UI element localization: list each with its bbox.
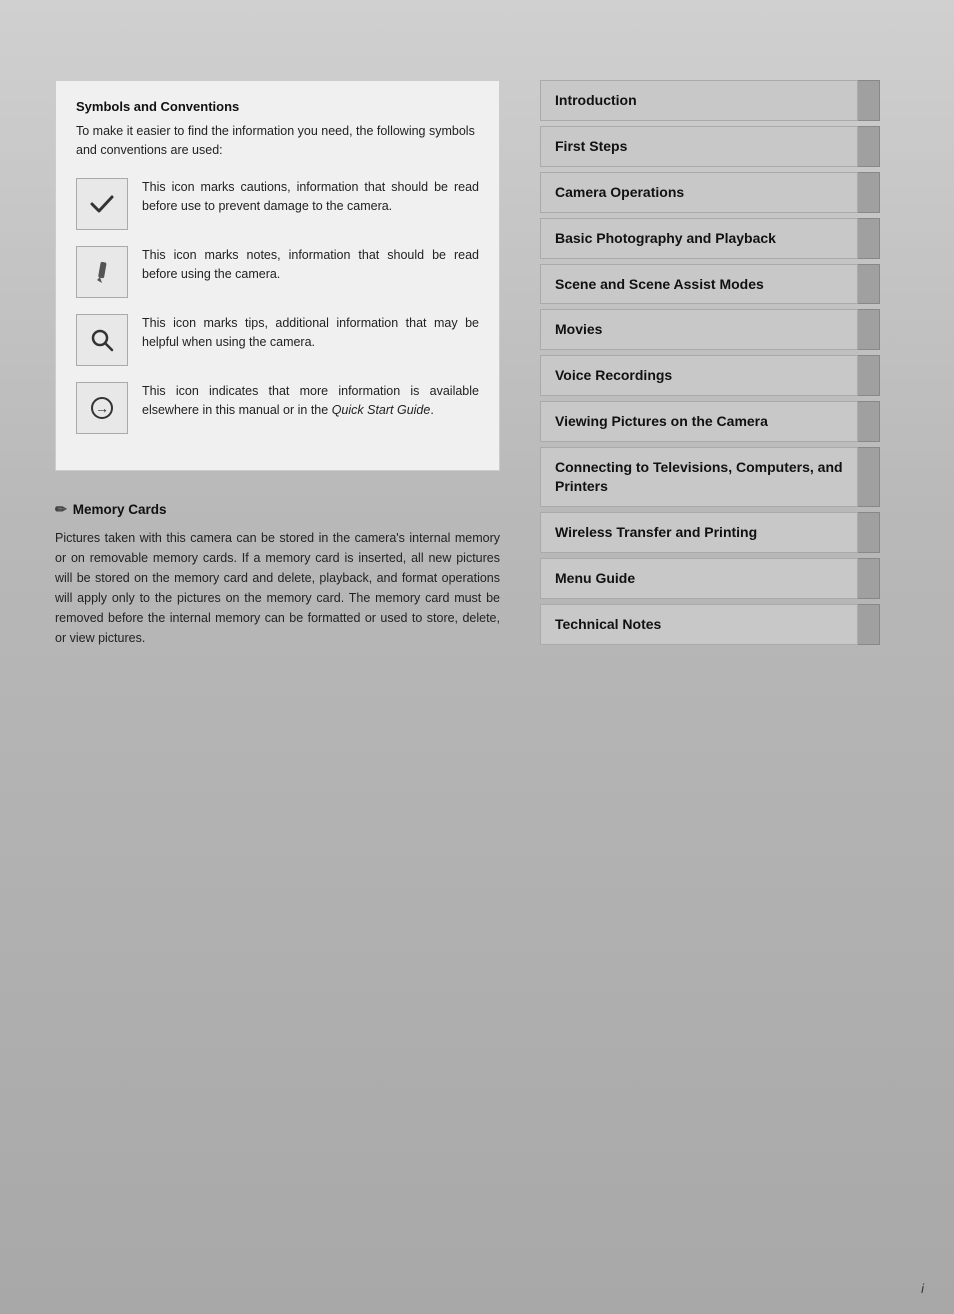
toc-tab xyxy=(858,447,880,507)
toc-label: Wireless Transfer and Printing xyxy=(540,512,858,553)
memory-note-icon: ✏ xyxy=(55,501,67,518)
toc-item[interactable]: Connecting to Televisions, Computers, an… xyxy=(540,447,880,507)
symbols-title: Symbols and Conventions xyxy=(76,99,479,114)
toc-item[interactable]: Basic Photography and Playback xyxy=(540,218,880,259)
icon-rows: This icon marks cautions, information th… xyxy=(76,178,479,434)
toc-item[interactable]: Menu Guide xyxy=(540,558,880,599)
page-number: i xyxy=(921,1281,924,1296)
icon-description: This icon marks cautions, information th… xyxy=(142,178,479,217)
icon-description: This icon indicates that more informatio… xyxy=(142,382,479,421)
toc-label-text: Movies xyxy=(555,320,602,339)
icon-symbol-box xyxy=(76,178,128,230)
toc-tab xyxy=(858,558,880,599)
toc-label: Basic Photography and Playback xyxy=(540,218,858,259)
toc-item[interactable]: Camera Operations xyxy=(540,172,880,213)
toc-item[interactable]: Voice Recordings xyxy=(540,355,880,396)
toc-list: Introduction First Steps Camera Operations… xyxy=(540,80,880,650)
toc-label: Camera Operations xyxy=(540,172,858,213)
memory-cards-section: ✏ Memory Cards Pictures taken with this … xyxy=(55,501,500,648)
toc-label-text: Voice Recordings xyxy=(555,366,672,385)
toc-label: Technical Notes xyxy=(540,604,858,645)
toc-label: Viewing Pictures on the Camera xyxy=(540,401,858,442)
toc-label: Movies xyxy=(540,309,858,350)
toc-label-text: Introduction xyxy=(555,91,637,110)
toc-label-text: Scene and Scene Assist Modes xyxy=(555,275,764,294)
toc-label: Voice Recordings xyxy=(540,355,858,396)
memory-title: ✏ Memory Cards xyxy=(55,501,500,518)
toc-item[interactable]: First Steps xyxy=(540,126,880,167)
left-column: Symbols and Conventions To make it easie… xyxy=(0,80,530,1274)
toc-label-text: First Steps xyxy=(555,137,627,156)
toc-tab xyxy=(858,309,880,350)
toc-label-text: Wireless Transfer and Printing xyxy=(555,523,757,542)
toc-tab xyxy=(858,355,880,396)
svg-text:→: → xyxy=(95,400,109,416)
icon-symbol-box: → xyxy=(76,382,128,434)
symbols-intro: To make it easier to find the informatio… xyxy=(76,122,479,160)
toc-label-text: Connecting to Televisions, Computers, an… xyxy=(555,458,843,496)
icon-row: This icon marks cautions, information th… xyxy=(76,178,479,230)
icon-row: → This icon indicates that more informati… xyxy=(76,382,479,434)
toc-label: Scene and Scene Assist Modes xyxy=(540,264,858,305)
toc-item[interactable]: Wireless Transfer and Printing xyxy=(540,512,880,553)
toc-tab xyxy=(858,512,880,553)
toc-label-text: Basic Photography and Playback xyxy=(555,229,776,248)
icon-row: This icon marks tips, additional informa… xyxy=(76,314,479,366)
toc-tab xyxy=(858,604,880,645)
toc-item[interactable]: Scene and Scene Assist Modes xyxy=(540,264,880,305)
toc-label-text: Technical Notes xyxy=(555,615,661,634)
icon-row: This icon marks notes, information that … xyxy=(76,246,479,298)
toc-label: Introduction xyxy=(540,80,858,121)
toc-label: Menu Guide xyxy=(540,558,858,599)
icon-symbol-box xyxy=(76,314,128,366)
toc-label-text: Viewing Pictures on the Camera xyxy=(555,412,768,431)
toc-label-text: Camera Operations xyxy=(555,183,684,202)
symbols-section: Symbols and Conventions To make it easie… xyxy=(55,80,500,471)
toc-item[interactable]: Movies xyxy=(540,309,880,350)
toc-item[interactable]: Technical Notes xyxy=(540,604,880,645)
toc-item[interactable]: Introduction xyxy=(540,80,880,121)
toc-label: Connecting to Televisions, Computers, an… xyxy=(540,447,858,507)
toc-tab xyxy=(858,401,880,442)
icon-description: This icon marks tips, additional informa… xyxy=(142,314,479,353)
toc-tab xyxy=(858,218,880,259)
toc-column: Introduction First Steps Camera Operations… xyxy=(530,80,900,1274)
toc-item[interactable]: Viewing Pictures on the Camera xyxy=(540,401,880,442)
icon-description: This icon marks notes, information that … xyxy=(142,246,479,285)
toc-tab xyxy=(858,126,880,167)
icon-symbol-box xyxy=(76,246,128,298)
memory-title-text: Memory Cards xyxy=(73,502,167,517)
toc-tab xyxy=(858,264,880,305)
memory-text: Pictures taken with this camera can be s… xyxy=(55,528,500,648)
toc-tab xyxy=(858,80,880,121)
toc-label: First Steps xyxy=(540,126,858,167)
toc-tab xyxy=(858,172,880,213)
toc-label-text: Menu Guide xyxy=(555,569,635,588)
